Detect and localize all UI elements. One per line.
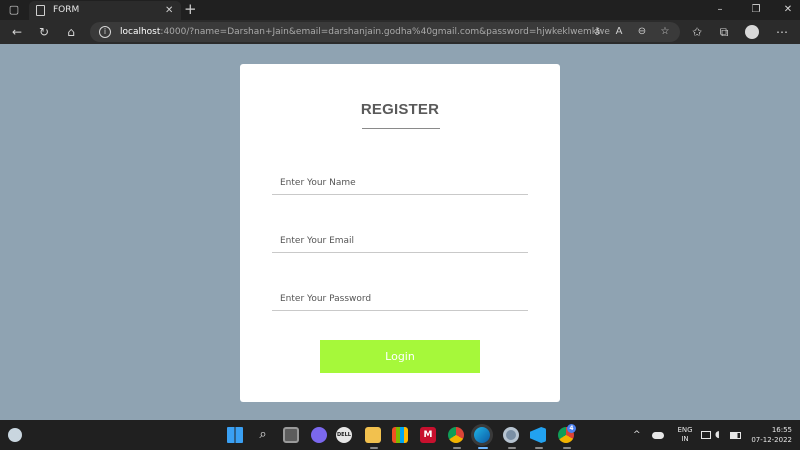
vscode-icon[interactable] [530,427,546,443]
file-explorer-icon[interactable] [365,427,381,443]
browser-tab-strip: ▢ FORM ✕ + – ❐ ✕ [0,0,800,20]
chrome-badge: 4 [567,424,576,433]
mcafee-icon[interactable]: M [420,427,436,443]
active-indicator [478,447,488,449]
battery-icon[interactable] [730,432,741,439]
task-view-icon[interactable] [283,427,299,443]
chat-icon[interactable] [311,427,327,443]
maximize-button[interactable]: ❐ [746,3,766,16]
display-icon[interactable] [701,431,711,439]
name-input[interactable] [272,171,528,195]
onedrive-icon[interactable] [652,432,664,439]
active-indicator [370,447,378,449]
language-code: ENG [677,426,693,434]
active-indicator [453,447,461,449]
tray-overflow-icon[interactable]: ^ [633,429,641,441]
address-path: :4000/?name=Darshan+Jain&email=darshanja… [160,27,610,37]
login-button[interactable]: Login [320,340,480,373]
favorites-icon[interactable]: ✩ [689,24,705,40]
favorite-star-icon[interactable]: ☆ [658,25,672,39]
more-icon[interactable]: ⋯ [774,24,790,40]
tab-title: FORM [53,5,80,15]
zoom-icon[interactable]: ⊖ [635,25,649,39]
settings-gear-icon[interactable] [503,427,519,443]
email-input[interactable] [272,229,528,253]
home-icon[interactable]: ⌂ [63,24,79,40]
refresh-icon[interactable]: ↻ [36,24,52,40]
browser-toolbar: ← ↻ ⌂ i localhost:4000/?name=Darshan+Jai… [0,20,800,44]
active-indicator [508,447,516,449]
minimize-button[interactable]: – [710,3,730,16]
edge-icon[interactable] [474,427,490,443]
back-arrow-icon[interactable]: ← [9,24,25,40]
address-host: localhost [120,27,161,37]
store-icon[interactable] [392,427,408,443]
collections-icon[interactable]: ⧉ [716,24,732,40]
active-indicator [563,447,571,449]
system-clock[interactable]: 16:55 07-12-2022 [746,425,792,445]
tab-close-icon[interactable]: ✕ [165,4,173,17]
form-heading: REGISTER [360,101,440,118]
address-url[interactable]: localhost:4000/?name=Darshan+Jain&email=… [120,25,610,39]
dell-icon[interactable]: DELL [336,427,352,443]
site-info-icon[interactable]: i [99,26,111,38]
start-icon[interactable] [227,427,243,443]
password-input[interactable] [272,287,528,311]
chrome-icon[interactable] [448,427,464,443]
key-icon[interactable]: ⚷ [590,25,604,39]
active-indicator [535,447,543,449]
address-bar[interactable]: i localhost:4000/?name=Darshan+Jain&emai… [90,22,680,42]
weather-icon[interactable] [8,428,22,442]
volume-icon[interactable]: ◖ [715,429,720,441]
browser-tab[interactable]: FORM ✕ [29,1,181,20]
heading-underline [362,128,440,129]
workspaces-icon[interactable]: ▢ [6,3,22,17]
search-icon[interactable]: ⌕ [255,427,271,443]
taskbar: ⌕ DELL M 4 ^ ENG IN ◖ 16:55 07-12-2022 [0,420,800,450]
profile-icon[interactable] [745,25,759,39]
clock-date: 07-12-2022 [751,436,792,444]
language-indicator[interactable]: ENG IN [676,426,694,444]
read-aloud-icon[interactable]: A [612,25,626,39]
language-region: IN [681,435,689,443]
clock-time: 16:55 [771,426,792,434]
close-window-button[interactable]: ✕ [778,3,798,16]
new-tab-button[interactable]: + [184,1,197,18]
page-icon [36,5,45,16]
register-card: REGISTER Login [240,64,560,402]
